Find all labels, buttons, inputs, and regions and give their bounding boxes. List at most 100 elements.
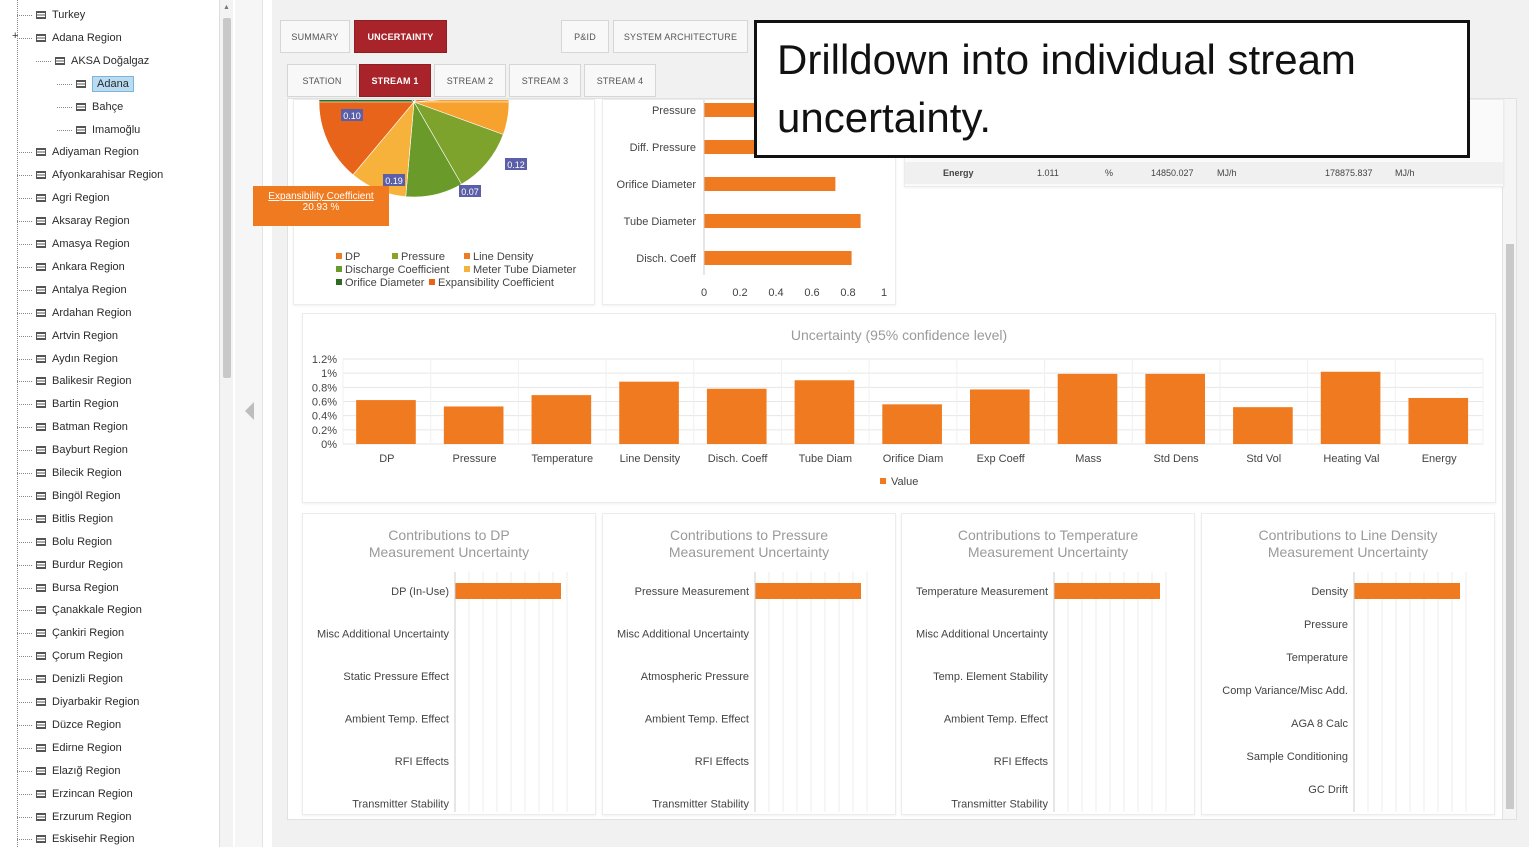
- tree-item-erzincan-region[interactable]: Erzincan Region: [36, 784, 133, 804]
- contrib-bar[interactable]: [1054, 583, 1160, 599]
- tree-item-ardahan-region[interactable]: Ardahan Region: [36, 303, 132, 323]
- tree-item-elaz-region[interactable]: Elazığ Region: [36, 761, 121, 781]
- tree-item-anakkale-region[interactable]: Çanakkale Region: [36, 600, 142, 620]
- grid-icon: [36, 743, 46, 752]
- uncertainty-column-chart: Uncertainty (95% confidence level) 0% 0.2%…: [312, 327, 1484, 488]
- hbar-bar[interactable]: [704, 177, 836, 191]
- tree-item-d-zce-region[interactable]: Düzce Region: [36, 715, 121, 735]
- legend-item-orifice-diameter[interactable]: Orifice Diameter: [345, 277, 425, 289]
- tree-item-eskisehir-region[interactable]: Eskisehir Region: [36, 829, 135, 847]
- column-bar[interactable]: [706, 388, 767, 444]
- expand-icon[interactable]: +: [12, 30, 18, 42]
- tree-item-adana[interactable]: Adana: [76, 74, 134, 94]
- tree-item-label: Erzincan Region: [52, 787, 133, 800]
- tab-stream-1[interactable]: STREAM 1: [359, 64, 431, 97]
- hbar-category-label: Disch. Coeff: [636, 253, 697, 265]
- energy-value: 1.011: [1037, 168, 1059, 178]
- legend-item-meter-tube-diameter[interactable]: Meter Tube Diameter: [473, 264, 577, 276]
- column-bar[interactable]: [1145, 373, 1206, 444]
- tree-item-amasya-region[interactable]: Amasya Region: [36, 234, 130, 254]
- column-bar[interactable]: [970, 389, 1030, 444]
- tree-item-bitlis-region[interactable]: Bitlis Region: [36, 509, 113, 529]
- tree-item-balikesir-region[interactable]: Balikesir Region: [36, 371, 131, 391]
- tab-pid[interactable]: P&ID: [561, 20, 609, 53]
- content-scrollbar[interactable]: [1502, 99, 1516, 819]
- column-bar[interactable]: [356, 400, 416, 444]
- tree-item-bartin-region[interactable]: Bartin Region: [36, 394, 119, 414]
- scroll-up-icon[interactable]: ▲: [223, 4, 230, 11]
- contrib-bar[interactable]: [755, 583, 861, 599]
- tree-connector: [17, 473, 32, 474]
- tree-scroll-thumb[interactable]: [223, 18, 231, 378]
- legend-value[interactable]: Value: [891, 476, 918, 488]
- tree-item-erzurum-region[interactable]: Erzurum Region: [36, 807, 131, 827]
- tab-stream-2[interactable]: STREAM 2: [434, 64, 506, 97]
- tree-item-bursa-region[interactable]: Bursa Region: [36, 578, 119, 598]
- tree-item-imamo-lu[interactable]: Imamoğlu: [76, 120, 140, 140]
- tree-item-bilecik-region[interactable]: Bilecik Region: [36, 463, 122, 483]
- tree-item-antalya-region[interactable]: Antalya Region: [36, 280, 127, 300]
- column-bar[interactable]: [443, 406, 504, 444]
- tree-item-label: Agri Region: [52, 192, 110, 205]
- column-bar[interactable]: [1408, 397, 1469, 444]
- tree-item-artvin-region[interactable]: Artvin Region: [36, 326, 118, 346]
- column-bar[interactable]: [619, 381, 679, 444]
- tree-item-ankara-region[interactable]: Ankara Region: [36, 257, 125, 277]
- hbar-bar[interactable]: [704, 251, 852, 265]
- tab-summary[interactable]: SUMMARY: [280, 20, 350, 53]
- tree-item-diyarbakir-region[interactable]: Diyarbakir Region: [36, 692, 139, 712]
- tree-item-bah-e[interactable]: Bahçe: [76, 97, 123, 117]
- tree-item-label: Çanakkale Region: [52, 604, 142, 617]
- grid-icon: [36, 194, 46, 203]
- legend-item-dp[interactable]: DP: [345, 251, 360, 263]
- tab-stream-3[interactable]: STREAM 3: [509, 64, 581, 97]
- tree-item-agri-region[interactable]: Agri Region: [36, 188, 109, 208]
- tab-uncertainty[interactable]: UNCERTAINTY: [354, 20, 447, 53]
- tree-connector: [17, 289, 32, 291]
- tree-item-ayd-n-region[interactable]: Aydın Region: [36, 349, 118, 369]
- column-bar[interactable]: [1057, 373, 1118, 444]
- tab-station[interactable]: STATION: [287, 64, 357, 97]
- collapse-left-icon[interactable]: [245, 402, 254, 420]
- tree-item-aksaray-region[interactable]: Aksaray Region: [36, 211, 130, 231]
- contrib-title-line2: Measurement Uncertainty: [369, 544, 529, 560]
- tree-item-bolu-region[interactable]: Bolu Region: [36, 532, 112, 552]
- tree-item-turkey[interactable]: Turkey: [36, 5, 85, 25]
- content-scroll-thumb[interactable]: [1506, 244, 1514, 809]
- column-bar[interactable]: [1320, 371, 1381, 444]
- tree-item-aksa-do-algaz[interactable]: AKSA Doğalgaz: [55, 51, 149, 71]
- contrib-bar[interactable]: [1354, 583, 1460, 599]
- column-bar[interactable]: [882, 404, 942, 444]
- tree-item-bing-l-region[interactable]: Bingöl Region: [36, 486, 121, 506]
- uncertainty-chart-title: Uncertainty (95% confidence level): [791, 327, 1007, 343]
- tree-item-label: Adiyaman Region: [52, 146, 139, 159]
- tab-stream-4[interactable]: STREAM 4: [584, 64, 656, 97]
- column-bar[interactable]: [531, 395, 592, 444]
- tree-connector: [17, 518, 32, 520]
- tree-item-adana-region[interactable]: Adana Region: [36, 28, 122, 48]
- tab-system-architecture[interactable]: SYSTEM ARCHITECTURE: [613, 20, 748, 53]
- tree-item-bayburt-region[interactable]: Bayburt Region: [36, 440, 128, 460]
- pie-slice[interactable]: [318, 34, 415, 103]
- x-category-label: Mass: [1075, 453, 1102, 465]
- y-tick-label: 0.6%: [312, 397, 337, 409]
- pie-data-label: 0.12: [507, 160, 525, 170]
- tree-scrollbar[interactable]: ▲: [219, 0, 233, 847]
- legend-item-discharge-coefficient[interactable]: Discharge Coefficient: [345, 264, 449, 276]
- tree-item-burdur-region[interactable]: Burdur Region: [36, 555, 123, 575]
- legend-item-pressure[interactable]: Pressure: [401, 251, 445, 263]
- tree-item-orum-region[interactable]: Çorum Region: [36, 646, 123, 666]
- tree-item-denizli-region[interactable]: Denizli Region: [36, 669, 123, 689]
- tree-item-ankiri-region[interactable]: Çankiri Region: [36, 623, 124, 643]
- panel-splitter[interactable]: [235, 0, 263, 847]
- column-bar[interactable]: [794, 380, 855, 444]
- hbar-bar[interactable]: [704, 214, 861, 228]
- tree-item-edirne-region[interactable]: Edirne Region: [36, 738, 122, 758]
- tree-item-adiyaman-region[interactable]: Adiyaman Region: [36, 142, 139, 162]
- tree-item-afyonkarahisar-region[interactable]: Afyonkarahisar Region: [36, 165, 163, 185]
- tree-item-batman-region[interactable]: Batman Region: [36, 417, 128, 437]
- contrib-bar[interactable]: [455, 583, 561, 599]
- legend-item-line-density[interactable]: Line Density: [473, 251, 534, 263]
- column-bar[interactable]: [1233, 407, 1293, 444]
- legend-item-expansibility-coefficient[interactable]: Expansibility Coefficient: [438, 277, 554, 289]
